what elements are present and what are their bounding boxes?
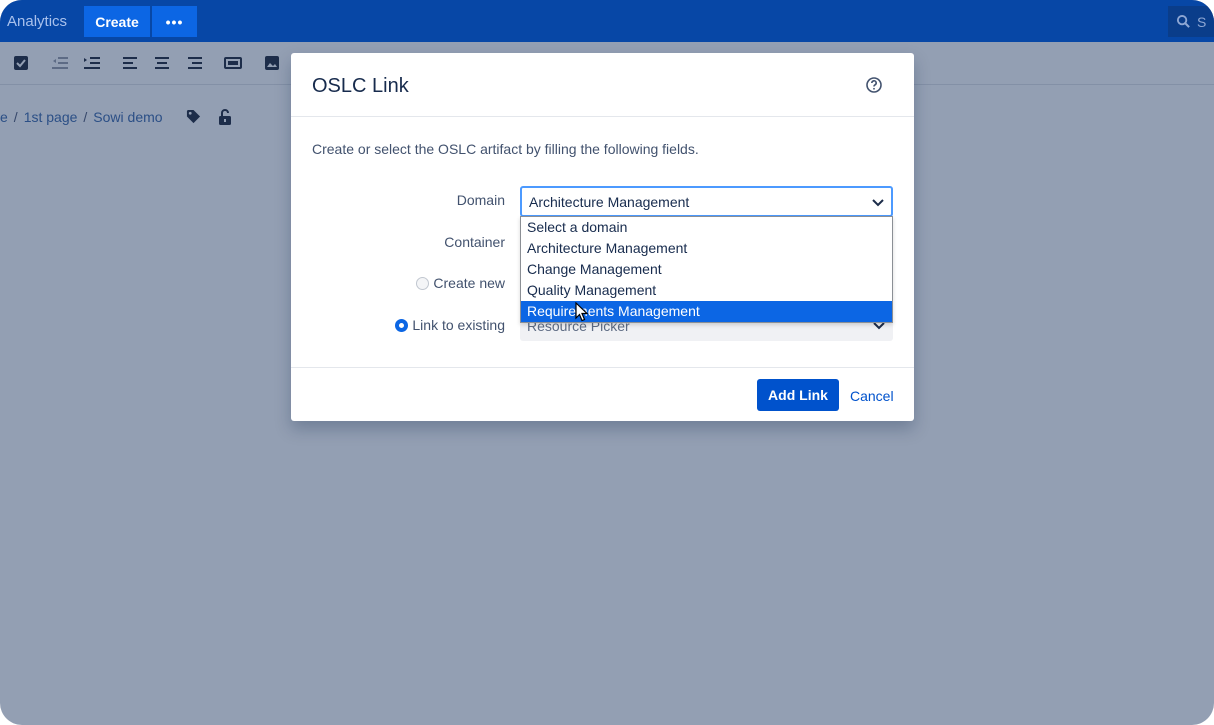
indent-button[interactable] [81, 52, 103, 74]
container-label: Container [444, 234, 505, 250]
breadcrumb-item[interactable]: 1st page [24, 109, 78, 125]
app-frame: Analytics Create ••• S e / 1st page / So… [0, 0, 1214, 725]
help-icon[interactable] [865, 76, 883, 94]
breadcrumb: e / 1st page / Sowi demo [0, 107, 163, 127]
chevron-down-icon [872, 199, 884, 207]
layout-icon [224, 57, 242, 69]
align-left-icon [123, 57, 137, 69]
align-right-button[interactable] [184, 52, 206, 74]
insert-image-button[interactable] [261, 52, 283, 74]
nav-analytics-link[interactable]: Analytics [7, 13, 67, 30]
add-link-button[interactable]: Add Link [757, 379, 839, 411]
more-button[interactable]: ••• [152, 6, 197, 37]
outdent-icon [52, 57, 68, 69]
top-navigation: Analytics Create ••• S [0, 0, 1214, 42]
create-button[interactable]: Create [84, 6, 150, 37]
unlock-icon[interactable] [218, 109, 232, 125]
dialog-title: OSLC Link [312, 75, 409, 97]
link-existing-option[interactable]: Link to existing [395, 317, 505, 333]
domain-option[interactable]: Quality Management [521, 280, 892, 301]
breadcrumb-separator: / [13, 109, 18, 125]
header-divider [291, 116, 914, 117]
search-field[interactable]: S [1168, 6, 1214, 37]
footer-divider [291, 367, 914, 368]
oslc-link-dialog: OSLC Link Create or select the OSLC arti… [291, 53, 914, 421]
breadcrumb-item[interactable]: e [0, 109, 8, 125]
breadcrumb-separator: / [83, 109, 88, 125]
search-placeholder: S [1197, 13, 1207, 30]
align-center-button[interactable] [151, 52, 173, 74]
checkbox-icon [14, 56, 28, 70]
domain-select-value: Architecture Management [529, 194, 690, 210]
breadcrumb-item[interactable]: Sowi demo [93, 109, 162, 125]
indent-icon [84, 57, 100, 69]
label-tag-icon[interactable] [186, 109, 201, 124]
image-icon [265, 56, 279, 70]
layout-button[interactable] [222, 52, 244, 74]
align-left-button[interactable] [119, 52, 141, 74]
create-new-radio[interactable] [416, 276, 430, 290]
task-list-button[interactable] [10, 52, 32, 74]
align-center-icon [155, 57, 169, 69]
domain-select[interactable]: Architecture Management [520, 186, 893, 217]
domain-option[interactable]: Architecture Management [521, 238, 892, 259]
create-new-option[interactable]: Create new [416, 275, 505, 291]
domain-option[interactable]: Change Management [521, 259, 892, 280]
cancel-button[interactable]: Cancel [850, 388, 894, 404]
domain-option[interactable]: Select a domain [521, 217, 892, 238]
link-existing-radio[interactable] [395, 318, 409, 332]
outdent-button[interactable] [49, 52, 71, 74]
dialog-description: Create or select the OSLC artifact by fi… [312, 141, 699, 157]
link-existing-label: Link to existing [412, 317, 505, 333]
search-icon [1176, 14, 1190, 28]
domain-label: Domain [456, 192, 505, 208]
mouse-cursor-icon [575, 302, 589, 322]
align-right-icon [188, 57, 202, 69]
create-new-label: Create new [433, 275, 505, 291]
